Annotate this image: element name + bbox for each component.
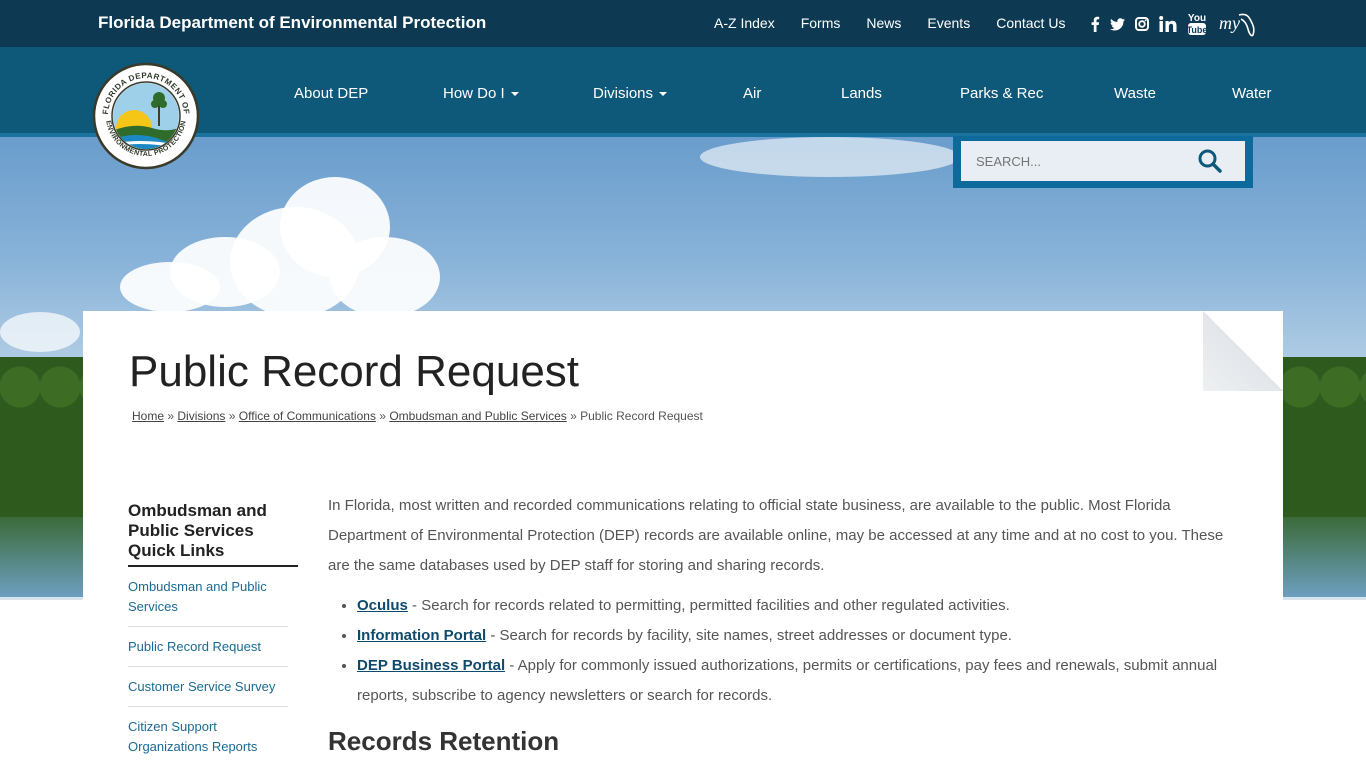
util-link-news[interactable]: News: [866, 15, 901, 31]
list-item: DEP Business Portal - Apply for commonly…: [357, 651, 1228, 711]
caret-down-icon: [659, 92, 668, 97]
svg-text:my: my: [1219, 13, 1240, 33]
sidebar-item: Ombudsman and Public Services: [128, 577, 288, 627]
nav-parks-rec[interactable]: Parks & Rec: [960, 85, 1043, 102]
nav-label: Lands: [841, 85, 882, 102]
nav-lands[interactable]: Lands: [841, 85, 882, 102]
intro-paragraph: In Florida, most written and recorded co…: [328, 497, 1224, 574]
breadcrumb-office-of-communications[interactable]: Office of Communications: [239, 409, 376, 423]
youtube-icon[interactable]: You Tube: [1187, 12, 1207, 36]
breadcrumb-separator: »: [228, 409, 236, 423]
sidebar-item: Customer Service Survey: [128, 677, 288, 707]
page-title: Public Record Request: [129, 347, 580, 396]
breadcrumb-separator: »: [167, 409, 175, 423]
dep-business-portal-link[interactable]: DEP Business Portal: [357, 657, 505, 674]
sidebar-title: Ombudsman and Public Services Quick Link…: [128, 501, 267, 560]
nav-waste[interactable]: Waste: [1114, 85, 1156, 102]
content-card: Public Record Request Home » Divisions »…: [83, 311, 1283, 768]
nav-water[interactable]: Water: [1232, 85, 1271, 102]
myflorida-icon[interactable]: my: [1217, 9, 1259, 39]
breadcrumb-ombudsman[interactable]: Ombudsman and Public Services: [389, 409, 566, 423]
sidebar-link-cso-reports[interactable]: Citizen Support Organizations Reports: [128, 719, 257, 754]
main-navigation-bar: About DEP How Do I Divisions Air Lands P…: [0, 47, 1366, 137]
sidebar-link-ombudsman[interactable]: Ombudsman and Public Services: [128, 579, 267, 614]
nav-label: How Do I: [443, 85, 505, 102]
nav-about-dep[interactable]: About DEP: [294, 85, 368, 102]
svg-text:Tube: Tube: [1187, 25, 1207, 35]
breadcrumb-separator: »: [570, 409, 577, 423]
breadcrumb-separator: »: [379, 409, 386, 423]
breadcrumb: Home » Divisions » Office of Communicati…: [132, 409, 703, 423]
page-corner-fold: [1203, 311, 1283, 391]
util-link-az-index[interactable]: A-Z Index: [714, 15, 775, 31]
svg-text:You: You: [1188, 13, 1206, 24]
nav-label: Divisions: [593, 85, 654, 102]
twitter-icon[interactable]: [1110, 17, 1125, 31]
sidebar-quick-links: Ombudsman and Public Services Public Rec…: [128, 577, 288, 776]
linkedin-icon[interactable]: [1159, 16, 1177, 32]
list-item-text: - Search for records by facility, site n…: [486, 627, 1012, 644]
nav-divisions[interactable]: Divisions: [593, 85, 668, 102]
nav-air[interactable]: Air: [743, 85, 761, 102]
main-nav: About DEP How Do I Divisions Air Lands P…: [0, 85, 1366, 105]
nav-label: Parks & Rec: [960, 85, 1044, 102]
oculus-link[interactable]: Oculus: [357, 597, 408, 614]
sidebar-link-public-record-request[interactable]: Public Record Request: [128, 639, 261, 654]
information-portal-link[interactable]: Information Portal: [357, 627, 486, 644]
breadcrumb-current: Public Record Request: [580, 409, 703, 423]
util-link-events[interactable]: Events: [927, 15, 970, 31]
nav-label: Waste: [1114, 85, 1156, 102]
list-item: Oculus - Search for records related to p…: [357, 591, 1228, 621]
list-item-text: - Search for records related to permitti…: [407, 597, 1010, 614]
main-content: In Florida, most written and recorded co…: [328, 491, 1228, 756]
top-utility-bar: Florida Department of Environmental Prot…: [0, 0, 1366, 47]
social-icons: You Tube my: [1090, 10, 1269, 38]
caret-down-icon: [510, 92, 519, 97]
utility-nav: A-Z Index Forms News Events Contact Us: [714, 15, 1091, 31]
facebook-icon[interactable]: [1090, 16, 1100, 32]
util-link-forms[interactable]: Forms: [801, 15, 841, 31]
util-link-contact-us[interactable]: Contact Us: [996, 15, 1065, 31]
search-box: [953, 136, 1253, 188]
records-retention-heading: Records Retention: [328, 726, 560, 756]
sidebar-item: Public Record Request: [128, 637, 288, 667]
nav-label: About DEP: [294, 85, 369, 102]
site-title-link[interactable]: Florida Department of Environmental Prot…: [98, 13, 486, 33]
nav-label: Water: [1232, 85, 1272, 102]
instagram-icon[interactable]: [1135, 17, 1149, 31]
nav-how-do-i[interactable]: How Do I: [443, 85, 519, 102]
breadcrumb-home[interactable]: Home: [132, 409, 164, 423]
sidebar-divider: [128, 565, 298, 567]
sidebar-link-customer-survey[interactable]: Customer Service Survey: [128, 679, 275, 694]
dep-logo-seal[interactable]: FLORIDA DEPARTMENT OF ENVIRONMENTAL PROT…: [92, 62, 200, 170]
nav-label: Air: [743, 85, 762, 102]
sidebar-item: Citizen Support Organizations Reports: [128, 717, 288, 766]
resource-list: Oculus - Search for records related to p…: [328, 591, 1228, 711]
breadcrumb-divisions[interactable]: Divisions: [177, 409, 225, 423]
search-icon[interactable]: [1197, 148, 1223, 174]
list-item: Information Portal - Search for records …: [357, 621, 1228, 651]
